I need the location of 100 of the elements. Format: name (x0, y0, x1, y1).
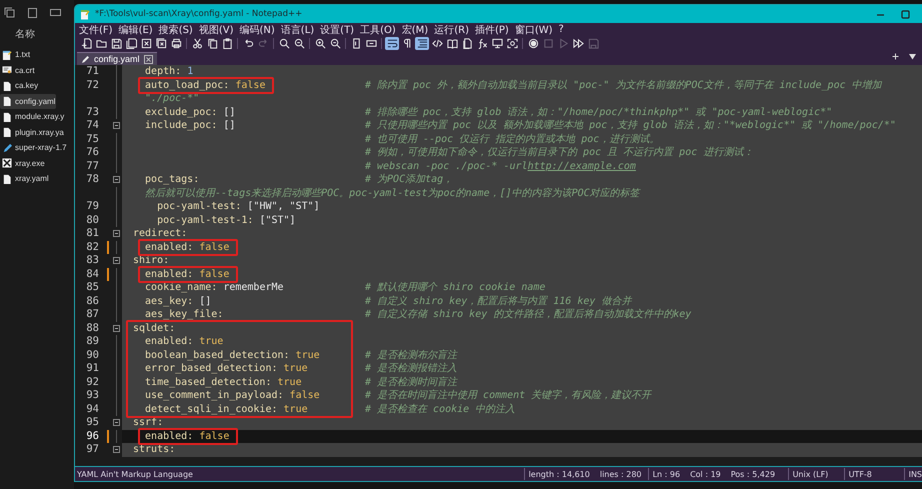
column-header[interactable]: 名称 (0, 18, 74, 47)
yaml-key: enabled: (133, 430, 194, 442)
cut-button[interactable] (190, 37, 204, 50)
fold-icon[interactable] (113, 446, 120, 454)
close-file-button[interactable] (139, 37, 153, 50)
menu-item[interactable]: 宏(M) (402, 22, 428, 36)
zoom-in-button[interactable] (313, 37, 327, 50)
line-number: 80 (85, 214, 100, 227)
search-button[interactable] (277, 37, 291, 50)
menu-item[interactable]: 窗口(W) (514, 22, 553, 36)
file-item[interactable]: ca.key (0, 78, 40, 94)
yaml-key: aes_key_file: (133, 309, 224, 320)
record-button[interactable] (526, 37, 540, 50)
menu-item[interactable]: 工具(O) (360, 22, 396, 36)
menu-item[interactable]: 插件(P) (474, 22, 509, 36)
new-file-button[interactable] (79, 37, 93, 50)
save-all-button[interactable] (124, 37, 138, 50)
code-comment: # 是否检测报错注入 (365, 362, 458, 376)
yaml-value: false (235, 80, 266, 90)
file-name: config.yaml (15, 96, 56, 106)
line-number: 96 (85, 430, 100, 443)
notepad-icon (2, 50, 12, 60)
yaml-value: rememberMe (223, 282, 284, 293)
print-icon (170, 38, 182, 49)
menu-item[interactable]: 运行(R) (434, 22, 469, 36)
status-text: Ln : 96 (652, 470, 680, 478)
menu-item[interactable]: 编码(N) (240, 22, 275, 36)
sync-horizontal-icon (366, 38, 376, 49)
menu-item[interactable]: 设置(T) (320, 22, 354, 36)
file-name: xray.exe (15, 158, 45, 168)
stop-icon (542, 38, 554, 49)
maximize-icon[interactable] (901, 10, 910, 18)
fold-icon[interactable] (113, 257, 120, 264)
plus-icon[interactable] (892, 53, 899, 60)
close-all-button[interactable] (154, 37, 168, 50)
dropdown-icon[interactable] (909, 53, 916, 60)
line-number: 72 (85, 78, 100, 92)
line-number: 86 (85, 294, 100, 308)
file-item[interactable]: plugin.xray.ya (0, 124, 65, 140)
file-item[interactable]: module.xray.y (0, 109, 66, 124)
line-number: 83 (85, 254, 100, 268)
yaml-key: exclude_poc: (133, 106, 218, 118)
zoom-out-button[interactable] (328, 37, 342, 50)
file-item[interactable]: super-xray-1.7 (0, 140, 68, 156)
save-button[interactable] (109, 37, 123, 50)
fast-forward-button[interactable] (571, 37, 585, 50)
yaml-value: false (199, 268, 230, 280)
yaml-key: time_based_detection: (133, 376, 272, 388)
certificate-icon (2, 65, 12, 76)
document-icon (462, 38, 472, 49)
replace-button[interactable] (292, 37, 306, 50)
status-text: INS (908, 470, 922, 478)
redo-icon (258, 38, 268, 49)
book-button[interactable] (445, 37, 459, 50)
folder-button[interactable] (94, 37, 108, 50)
menu-item[interactable]: 语言(L) (280, 22, 314, 36)
yaml-value: false (199, 430, 230, 442)
file-tab[interactable]: config.yaml (77, 52, 157, 65)
status-text: lines : 280 (600, 470, 642, 478)
yaml-value: 1 (187, 66, 194, 77)
menu-item[interactable]: 文件(F) (79, 22, 113, 36)
print-button[interactable] (169, 37, 183, 50)
fold-icon[interactable] (113, 419, 120, 426)
status-text: UTF-8 (848, 470, 872, 478)
monitor-button[interactable] (490, 37, 504, 50)
line-number: 91 (85, 362, 100, 376)
status-text: Pos : 5,429 (730, 470, 776, 478)
file-item[interactable]: 1.txt (0, 47, 32, 62)
file-item[interactable]: ca.crt (0, 62, 36, 78)
line-number: 75 (85, 132, 100, 146)
close-all-icon (156, 38, 166, 49)
indent-guide-button[interactable] (415, 37, 429, 50)
copy-icon[interactable] (4, 7, 15, 18)
file-item[interactable]: xray.exe (0, 156, 46, 171)
code-comment: # 除内置 poc 外，额外自动加载当前目录以 "poc-" 为文件名前缀的POC文件，等同于在 include_poc 中增加 (365, 78, 882, 92)
line-number: 93 (85, 389, 100, 402)
menu-item[interactable]: 编辑(E) (118, 22, 153, 36)
line-number: 92 (85, 376, 100, 389)
menu-item[interactable]: 搜索(S) (158, 22, 193, 36)
fold-icon[interactable] (113, 230, 120, 238)
window-title: *F:\Tools\vul-scan\Xray\config.yaml - Notepad++ (95, 9, 304, 19)
fold-icon[interactable] (113, 122, 120, 130)
line-number: 88 (85, 322, 100, 335)
file-item[interactable]: config.yaml (0, 94, 56, 109)
line-number: 78 (85, 173, 100, 186)
yaml-key: ssrf: (133, 417, 164, 428)
close-icon[interactable] (144, 54, 153, 64)
word-wrap-button[interactable] (385, 37, 399, 50)
menu-item[interactable]: ? (558, 24, 564, 35)
file-icon (2, 80, 12, 91)
link[interactable]: http://example.com (528, 160, 636, 173)
yaml-key: auto_load_poc: (133, 80, 230, 90)
fold-icon[interactable] (113, 176, 120, 184)
sync-horizontal-button[interactable] (364, 37, 378, 50)
menu-item[interactable]: 视图(V) (198, 22, 234, 36)
line-number: 84 (85, 268, 100, 281)
frame-button[interactable] (505, 37, 519, 50)
file-item[interactable]: xray.yaml (0, 171, 50, 186)
fold-icon[interactable] (113, 324, 120, 332)
code-tag-button[interactable] (430, 37, 444, 50)
